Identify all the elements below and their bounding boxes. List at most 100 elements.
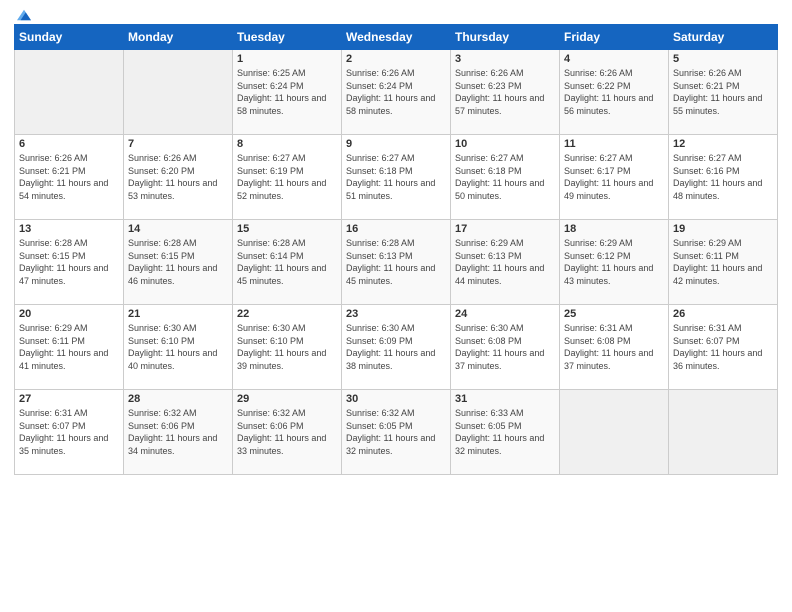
calendar-cell — [669, 390, 778, 475]
calendar-header: SundayMondayTuesdayWednesdayThursdayFrid… — [15, 25, 778, 50]
day-info: Sunrise: 6:30 AM Sunset: 6:08 PM Dayligh… — [455, 322, 555, 372]
weekday-header: Thursday — [451, 25, 560, 50]
day-number: 30 — [346, 393, 446, 405]
day-info: Sunrise: 6:29 AM Sunset: 6:11 PM Dayligh… — [673, 237, 773, 287]
day-info: Sunrise: 6:30 AM Sunset: 6:09 PM Dayligh… — [346, 322, 446, 372]
day-info: Sunrise: 6:30 AM Sunset: 6:10 PM Dayligh… — [128, 322, 228, 372]
calendar-week-row: 27Sunrise: 6:31 AM Sunset: 6:07 PM Dayli… — [15, 390, 778, 475]
header — [14, 10, 778, 18]
day-info: Sunrise: 6:27 AM Sunset: 6:16 PM Dayligh… — [673, 152, 773, 202]
calendar-cell: 1 Sunrise: 6:25 AM Sunset: 6:24 PM Daylig… — [233, 50, 342, 135]
day-info: Sunrise: 6:27 AM Sunset: 6:19 PM Dayligh… — [237, 152, 337, 202]
calendar-cell: 10Sunrise: 6:27 AM Sunset: 6:18 PM Dayli… — [451, 135, 560, 220]
day-info: Sunrise: 6:26 AM Sunset: 6:21 PM Dayligh… — [19, 152, 119, 202]
day-number: 7 — [128, 138, 228, 150]
calendar-cell: 18 Sunrise: 6:29 AM Sunset: 6:12 PM Dayli… — [560, 220, 669, 305]
calendar-body: 1 Sunrise: 6:25 AM Sunset: 6:24 PM Daylig… — [15, 50, 778, 475]
calendar-table: SundayMondayTuesdayWednesdayThursdayFrid… — [14, 24, 778, 475]
calendar-cell: 22Sunrise: 6:30 AM Sunset: 6:10 PM Dayli… — [233, 305, 342, 390]
day-info: Sunrise: 6:26 AM Sunset: 6:23 PM Dayligh… — [455, 67, 555, 117]
day-info: Sunrise: 6:31 AM Sunset: 6:07 PM Dayligh… — [673, 322, 773, 372]
day-info: Sunrise: 6:28 AM Sunset: 6:15 PM Dayligh… — [19, 237, 119, 287]
day-info: Sunrise: 6:26 AM Sunset: 6:20 PM Dayligh… — [128, 152, 228, 202]
day-number: 5 — [673, 53, 773, 65]
calendar-cell — [560, 390, 669, 475]
day-number: 22 — [237, 308, 337, 320]
day-number: 6 — [19, 138, 119, 150]
calendar-cell: 14 Sunrise: 6:28 AM Sunset: 6:15 PM Dayli… — [124, 220, 233, 305]
day-info: Sunrise: 6:29 AM Sunset: 6:11 PM Dayligh… — [19, 322, 119, 372]
day-number: 21 — [128, 308, 228, 320]
page: SundayMondayTuesdayWednesdayThursdayFrid… — [0, 0, 792, 612]
day-number: 31 — [455, 393, 555, 405]
day-number: 11 — [564, 138, 664, 150]
calendar-cell: 26 Sunrise: 6:31 AM Sunset: 6:07 PM Dayli… — [669, 305, 778, 390]
calendar-cell: 23 Sunrise: 6:30 AM Sunset: 6:09 PM Dayli… — [342, 305, 451, 390]
calendar-cell: 15 Sunrise: 6:28 AM Sunset: 6:14 PM Dayli… — [233, 220, 342, 305]
day-number: 8 — [237, 138, 337, 150]
calendar-cell: 25 Sunrise: 6:31 AM Sunset: 6:08 PM Dayli… — [560, 305, 669, 390]
day-number: 16 — [346, 223, 446, 235]
day-number: 26 — [673, 308, 773, 320]
day-info: Sunrise: 6:32 AM Sunset: 6:05 PM Dayligh… — [346, 407, 446, 457]
calendar-cell — [15, 50, 124, 135]
day-info: Sunrise: 6:25 AM Sunset: 6:24 PM Dayligh… — [237, 67, 337, 117]
calendar-week-row: 13 Sunrise: 6:28 AM Sunset: 6:15 PM Dayli… — [15, 220, 778, 305]
day-info: Sunrise: 6:31 AM Sunset: 6:08 PM Dayligh… — [564, 322, 664, 372]
calendar-week-row: 1 Sunrise: 6:25 AM Sunset: 6:24 PM Daylig… — [15, 50, 778, 135]
day-info: Sunrise: 6:27 AM Sunset: 6:18 PM Dayligh… — [346, 152, 446, 202]
day-number: 1 — [237, 53, 337, 65]
calendar-cell: 24Sunrise: 6:30 AM Sunset: 6:08 PM Dayli… — [451, 305, 560, 390]
day-info: Sunrise: 6:29 AM Sunset: 6:13 PM Dayligh… — [455, 237, 555, 287]
calendar-cell: 20Sunrise: 6:29 AM Sunset: 6:11 PM Dayli… — [15, 305, 124, 390]
calendar-cell: 12 Sunrise: 6:27 AM Sunset: 6:16 PM Dayli… — [669, 135, 778, 220]
day-number: 23 — [346, 308, 446, 320]
day-number: 15 — [237, 223, 337, 235]
day-info: Sunrise: 6:28 AM Sunset: 6:15 PM Dayligh… — [128, 237, 228, 287]
day-info: Sunrise: 6:27 AM Sunset: 6:18 PM Dayligh… — [455, 152, 555, 202]
day-number: 12 — [673, 138, 773, 150]
day-info: Sunrise: 6:29 AM Sunset: 6:12 PM Dayligh… — [564, 237, 664, 287]
logo — [14, 10, 33, 18]
calendar-cell — [124, 50, 233, 135]
day-info: Sunrise: 6:26 AM Sunset: 6:22 PM Dayligh… — [564, 67, 664, 117]
day-info: Sunrise: 6:33 AM Sunset: 6:05 PM Dayligh… — [455, 407, 555, 457]
day-info: Sunrise: 6:28 AM Sunset: 6:14 PM Dayligh… — [237, 237, 337, 287]
day-number: 2 — [346, 53, 446, 65]
day-info: Sunrise: 6:26 AM Sunset: 6:24 PM Dayligh… — [346, 67, 446, 117]
day-number: 4 — [564, 53, 664, 65]
calendar-cell: 31 Sunrise: 6:33 AM Sunset: 6:05 PM Dayli… — [451, 390, 560, 475]
day-number: 13 — [19, 223, 119, 235]
weekday-header: Wednesday — [342, 25, 451, 50]
calendar-cell: 9 Sunrise: 6:27 AM Sunset: 6:18 PM Daylig… — [342, 135, 451, 220]
calendar-cell: 11 Sunrise: 6:27 AM Sunset: 6:17 PM Dayli… — [560, 135, 669, 220]
calendar-cell: 16Sunrise: 6:28 AM Sunset: 6:13 PM Dayli… — [342, 220, 451, 305]
weekday-header: Saturday — [669, 25, 778, 50]
calendar-cell: 8 Sunrise: 6:27 AM Sunset: 6:19 PM Daylig… — [233, 135, 342, 220]
calendar-cell: 7 Sunrise: 6:26 AM Sunset: 6:20 PM Daylig… — [124, 135, 233, 220]
day-number: 19 — [673, 223, 773, 235]
weekday-header: Monday — [124, 25, 233, 50]
day-number: 27 — [19, 393, 119, 405]
calendar-cell: 13 Sunrise: 6:28 AM Sunset: 6:15 PM Dayli… — [15, 220, 124, 305]
day-number: 9 — [346, 138, 446, 150]
day-info: Sunrise: 6:32 AM Sunset: 6:06 PM Dayligh… — [128, 407, 228, 457]
calendar-cell: 2 Sunrise: 6:26 AM Sunset: 6:24 PM Daylig… — [342, 50, 451, 135]
weekday-row: SundayMondayTuesdayWednesdayThursdayFrid… — [15, 25, 778, 50]
weekday-header: Friday — [560, 25, 669, 50]
day-number: 14 — [128, 223, 228, 235]
calendar-cell: 5 Sunrise: 6:26 AM Sunset: 6:21 PM Daylig… — [669, 50, 778, 135]
calendar-cell: 29Sunrise: 6:32 AM Sunset: 6:06 PM Dayli… — [233, 390, 342, 475]
calendar-cell: 19 Sunrise: 6:29 AM Sunset: 6:11 PM Dayli… — [669, 220, 778, 305]
day-number: 3 — [455, 53, 555, 65]
day-number: 29 — [237, 393, 337, 405]
day-info: Sunrise: 6:27 AM Sunset: 6:17 PM Dayligh… — [564, 152, 664, 202]
calendar-cell: 30 Sunrise: 6:32 AM Sunset: 6:05 PM Dayli… — [342, 390, 451, 475]
day-info: Sunrise: 6:26 AM Sunset: 6:21 PM Dayligh… — [673, 67, 773, 117]
logo-icon — [15, 8, 33, 22]
weekday-header: Sunday — [15, 25, 124, 50]
calendar-cell: 6 Sunrise: 6:26 AM Sunset: 6:21 PM Daylig… — [15, 135, 124, 220]
day-number: 25 — [564, 308, 664, 320]
day-number: 18 — [564, 223, 664, 235]
calendar-week-row: 6 Sunrise: 6:26 AM Sunset: 6:21 PM Daylig… — [15, 135, 778, 220]
